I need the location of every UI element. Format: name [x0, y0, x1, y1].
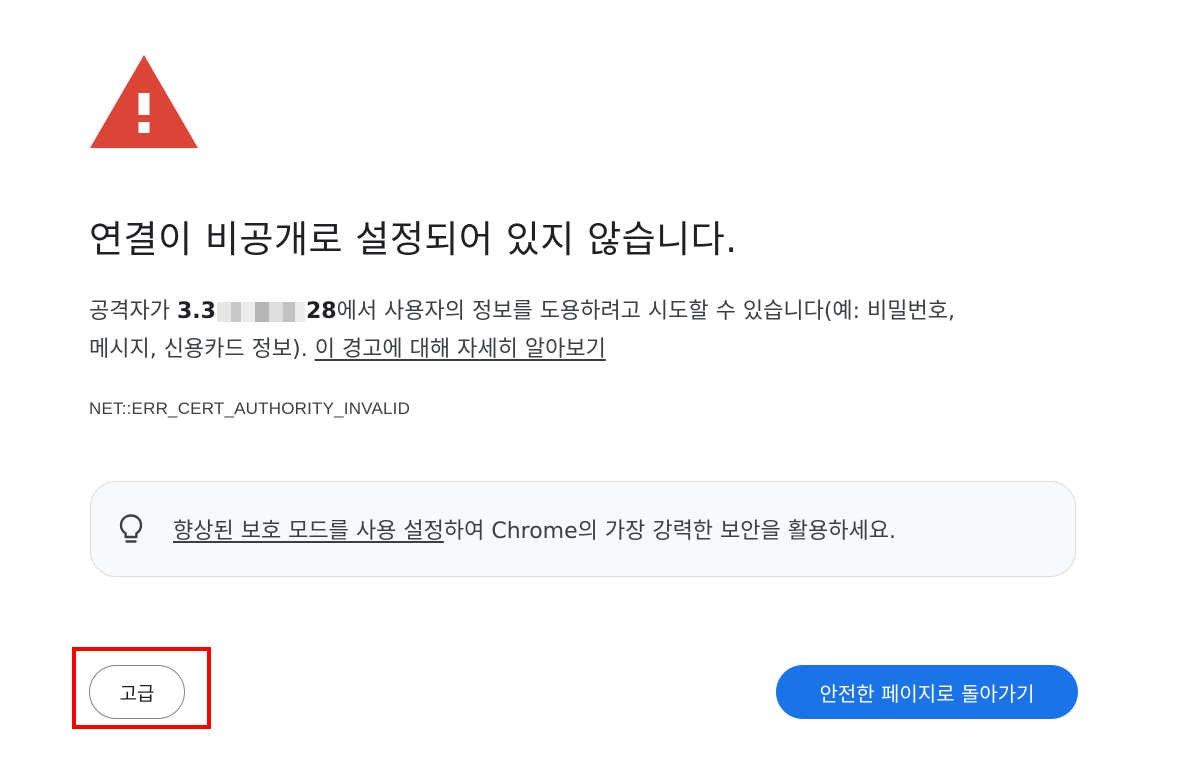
- lightbulb-icon: [119, 514, 143, 543]
- description-line-2: 메시지, 신용카드 정보). 이 경고에 대해 자세히 알아보기: [89, 331, 1089, 369]
- description-line-1: 공격자가 3.3 28에서 사용자의 정보를 도용하려고 시도할 수 있습니다(예…: [89, 293, 1089, 331]
- description-suffix: 에서 사용자의 정보를 도용하려고 시도할 수 있습니다(예: 비밀번호,: [336, 299, 956, 324]
- learn-more-link[interactable]: 이 경고에 대해 자세히 알아보기: [315, 337, 606, 362]
- back-to-safety-button[interactable]: 안전한 페이지로 돌아가기: [776, 665, 1078, 719]
- interstitial-page: 연결이 비공개로 설정되어 있지 않습니다. 공격자가 3.3 28에서 사용자의…: [0, 0, 1194, 770]
- page-title: 연결이 비공개로 설정되어 있지 않습니다.: [89, 218, 738, 261]
- error-description: 공격자가 3.3 28에서 사용자의 정보를 도용하려고 시도할 수 있습니다(예…: [89, 293, 1089, 369]
- host-end: 28: [305, 299, 337, 324]
- promo-suffix: 하여 Chrome의 가장 강력한 보안을 활용하세요.: [443, 519, 896, 544]
- description-line2-text: 메시지, 신용카드 정보).: [89, 337, 315, 362]
- error-code: NET::ERR_CERT_AUTHORITY_INVALID: [89, 399, 411, 418]
- enhanced-protection-link[interactable]: 향상된 보호 모드를 사용 설정: [173, 519, 444, 544]
- host-start: 3.3: [176, 299, 216, 324]
- advanced-button[interactable]: 고급: [89, 665, 185, 719]
- enhanced-protection-promo: 향상된 보호 모드를 사용 설정하여 Chrome의 가장 강력한 보안을 활용…: [90, 481, 1076, 577]
- redacted-host: [216, 302, 305, 322]
- warning-triangle-icon: [90, 55, 198, 148]
- promo-text: 향상된 보호 모드를 사용 설정하여 Chrome의 가장 강력한 보안을 활용…: [173, 513, 896, 545]
- description-prefix: 공격자가: [89, 299, 177, 324]
